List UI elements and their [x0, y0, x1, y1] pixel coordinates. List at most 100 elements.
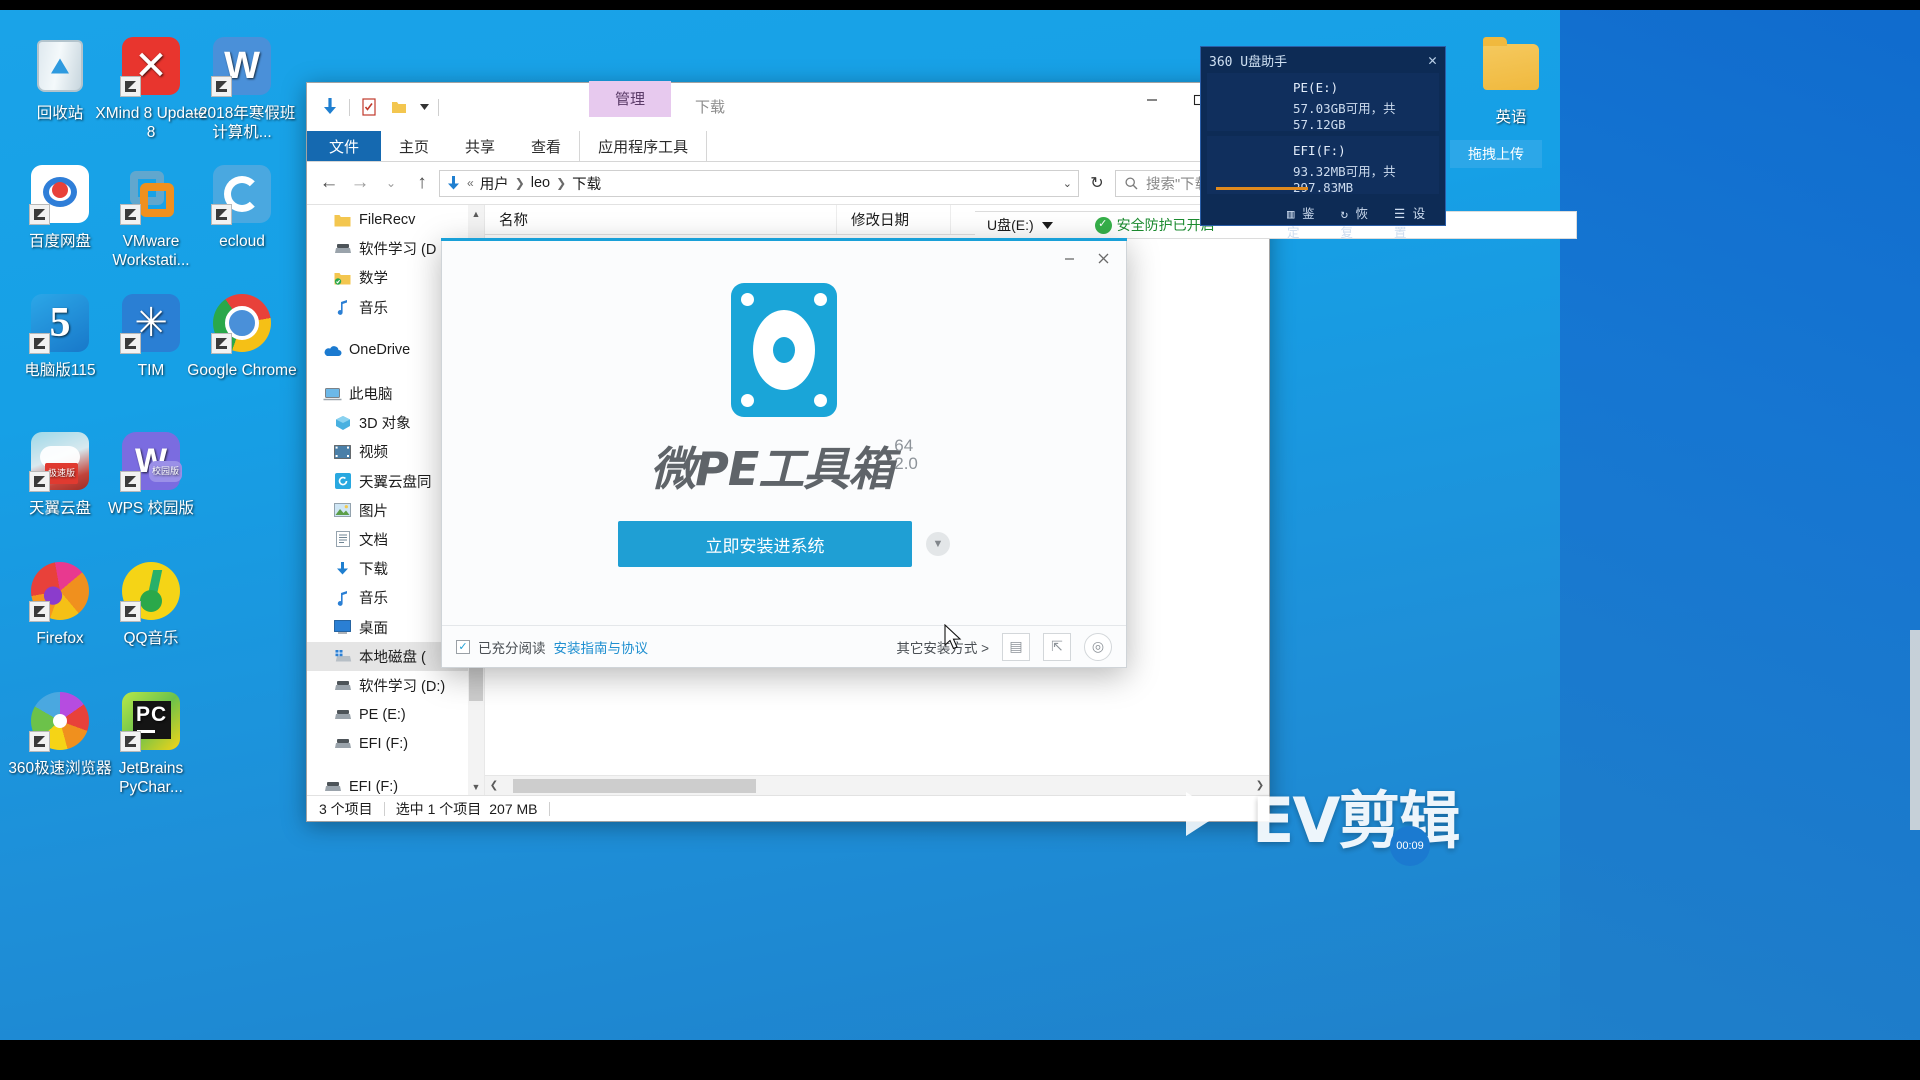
sidebar-item-label: 本地磁盘 ( — [359, 649, 426, 666]
u360-toolbar: ▥ 鉴定 ↻ 恢复 ☰ 设置 — [1201, 199, 1445, 245]
drag-upload-button[interactable]: 拖拽上传 — [1450, 140, 1542, 168]
brand-bits-label: 64 — [894, 436, 914, 455]
screen-scrollbar[interactable] — [1910, 630, 1920, 830]
close-button[interactable] — [1088, 245, 1118, 271]
breadcrumb-item[interactable]: leo — [531, 175, 550, 191]
u360-drive-card[interactable]: PE(E:) 57.03GB可用，共57.12GB — [1207, 73, 1439, 132]
chevron-down-icon[interactable]: ⌄ — [1063, 177, 1072, 190]
drive-icon — [333, 676, 352, 694]
shortcut-overlay-icon — [29, 471, 50, 492]
address-bar[interactable]: « 用户 ❯ leo ❯ 下载 ⌄ — [439, 169, 1079, 197]
sidebar-item-efi-f[interactable]: EFI (F:) — [307, 729, 484, 758]
desktop-icon-english-folder[interactable]: 英语 — [1455, 36, 1567, 127]
udisk-drive-selector[interactable]: U盘(E:) — [975, 215, 1065, 235]
u360-drive-card[interactable]: EFI(F:) 93.32MB可用，共297.83MB — [1207, 136, 1439, 195]
shortcut-overlay-icon — [120, 731, 141, 752]
tab-view[interactable]: 查看 — [513, 131, 579, 161]
desktop-icon-label: ecloud — [219, 233, 265, 250]
tab-file[interactable]: 文件 — [307, 131, 382, 161]
new-folder-icon[interactable] — [388, 96, 410, 118]
wps-icon: W 校园版 — [120, 430, 182, 492]
videos-icon — [333, 443, 352, 461]
minimize-button[interactable] — [1128, 83, 1175, 116]
sidebar-item-pe-e[interactable]: PE (E:) — [307, 700, 484, 729]
status-item-count: 3 个项目 — [319, 800, 373, 817]
desktop-icon-word-doc[interactable]: W --2018年寒假班计算机... — [186, 35, 298, 142]
column-header-date[interactable]: 修改日期 — [837, 205, 951, 234]
footer-actions: 其它安装方式 > ▤ ⇱ ◎ — [896, 632, 1112, 661]
recycle-bin-icon — [29, 35, 91, 97]
toolbar-divider — [349, 98, 350, 116]
desktop-icon-ecloud[interactable]: ecloud — [186, 163, 298, 251]
documents-icon — [333, 530, 352, 548]
desktop-icon-chrome[interactable]: Google Chrome — [186, 292, 298, 380]
horizontal-scrollbar[interactable]: ❮ ❯ — [485, 775, 1269, 795]
desktop-icon-label: WPS 校园版 — [107, 500, 195, 517]
u360-title-label: 360 U盘助手 — [1209, 54, 1288, 70]
chevron-down-icon — [1041, 221, 1053, 229]
shortcut-overlay-icon — [29, 204, 50, 225]
desktop-icon-qq-music[interactable]: QQ音乐 — [95, 560, 207, 648]
properties-icon[interactable] — [358, 96, 380, 118]
iso-install-icon[interactable]: ◎ — [1084, 632, 1112, 661]
tianyi-sync-icon — [333, 472, 352, 490]
breadcrumb-item[interactable]: 用户 — [480, 173, 509, 194]
desktop-icon-pycharm[interactable]: PC JetBrains PyChar... — [95, 690, 207, 797]
downloads-icon — [333, 560, 352, 578]
toolbar-divider — [438, 98, 439, 116]
breadcrumb-item[interactable]: 下载 — [572, 173, 601, 194]
usb-install-icon[interactable]: ▤ — [1002, 632, 1030, 661]
u360-tool-settings[interactable]: ☰ 设置 — [1394, 203, 1437, 241]
close-icon[interactable]: ✕ — [1428, 51, 1437, 69]
other-install-methods-link[interactable]: 其它安装方式 > — [896, 637, 989, 657]
desktop-icon-wps[interactable]: W 校园版 WPS 校园版 — [95, 430, 207, 518]
scroll-down-icon[interactable]: ▼ — [468, 778, 484, 795]
column-header-name[interactable]: 名称 — [485, 205, 837, 234]
shortcut-overlay-icon — [29, 731, 50, 752]
u360-tool-identify[interactable]: ▥ 鉴定 — [1287, 203, 1326, 241]
sidebar-item-software-study-drive[interactable]: 软件学习 (D:) — [307, 671, 484, 700]
quick-access-toolbar — [307, 92, 439, 122]
install-to-system-button[interactable]: 立即安装进系统 — [618, 521, 912, 567]
chevron-down-icon[interactable] — [418, 96, 430, 118]
recent-locations-button[interactable]: ⌄ — [377, 169, 405, 197]
scrollbar-thumb[interactable] — [513, 778, 756, 793]
forward-button[interactable]: → — [346, 169, 374, 197]
scroll-up-icon[interactable]: ▲ — [468, 205, 484, 222]
sidebar-item-filerecv[interactable]: FileRecv — [307, 205, 484, 234]
shortcut-overlay-icon — [211, 204, 232, 225]
sidebar-item-label: 天翼云盘同 — [359, 474, 432, 491]
contextual-tab-manage[interactable]: 管理 — [589, 81, 672, 117]
drive-size-label: 57.03GB可用，共57.12GB — [1293, 101, 1396, 132]
folder-icon — [333, 211, 352, 229]
up-button[interactable]: ↑ — [408, 169, 436, 197]
sidebar-item-label: 音乐 — [359, 300, 388, 317]
tab-share[interactable]: 共享 — [447, 131, 513, 161]
scroll-left-icon[interactable]: ❮ — [485, 776, 503, 796]
chrome-icon — [211, 292, 273, 354]
tab-home[interactable]: 主页 — [381, 131, 447, 161]
this-pc-icon — [323, 385, 342, 403]
baidu-netdisk-icon — [29, 163, 91, 225]
letterbox-top-bar — [0, 0, 1920, 10]
shortcut-overlay-icon — [211, 333, 232, 354]
download-arrow-icon[interactable] — [319, 96, 341, 118]
hscroll-track[interactable] — [503, 776, 1251, 796]
play-icon — [1180, 782, 1246, 848]
sidebar-item-label: 视频 — [359, 445, 388, 462]
minimize-button[interactable] — [1054, 245, 1084, 271]
refresh-button[interactable]: ↻ — [1082, 170, 1112, 197]
install-row: 立即安装进系统 ▼ — [618, 521, 950, 567]
agree-checkbox[interactable]: ✓ — [456, 639, 470, 654]
agreement-link[interactable]: 安装指南与协议 — [554, 637, 649, 657]
wepe-titlebar[interactable] — [442, 239, 1126, 277]
back-button[interactable]: ← — [315, 169, 343, 197]
sidebar-item-efi-f-network[interactable]: EFI (F:) — [307, 772, 484, 795]
explorer-titlebar[interactable]: 管理 下载 — [307, 81, 1269, 131]
qq-music-icon — [120, 560, 182, 622]
u360-tool-restore[interactable]: ↻ 恢复 — [1340, 203, 1379, 241]
plug-install-icon[interactable]: ⇱ — [1043, 632, 1071, 661]
chevron-down-icon[interactable]: ▼ — [926, 532, 950, 556]
folder-icon — [1480, 36, 1542, 98]
tab-application-tools[interactable]: 应用程序工具 — [579, 131, 708, 161]
